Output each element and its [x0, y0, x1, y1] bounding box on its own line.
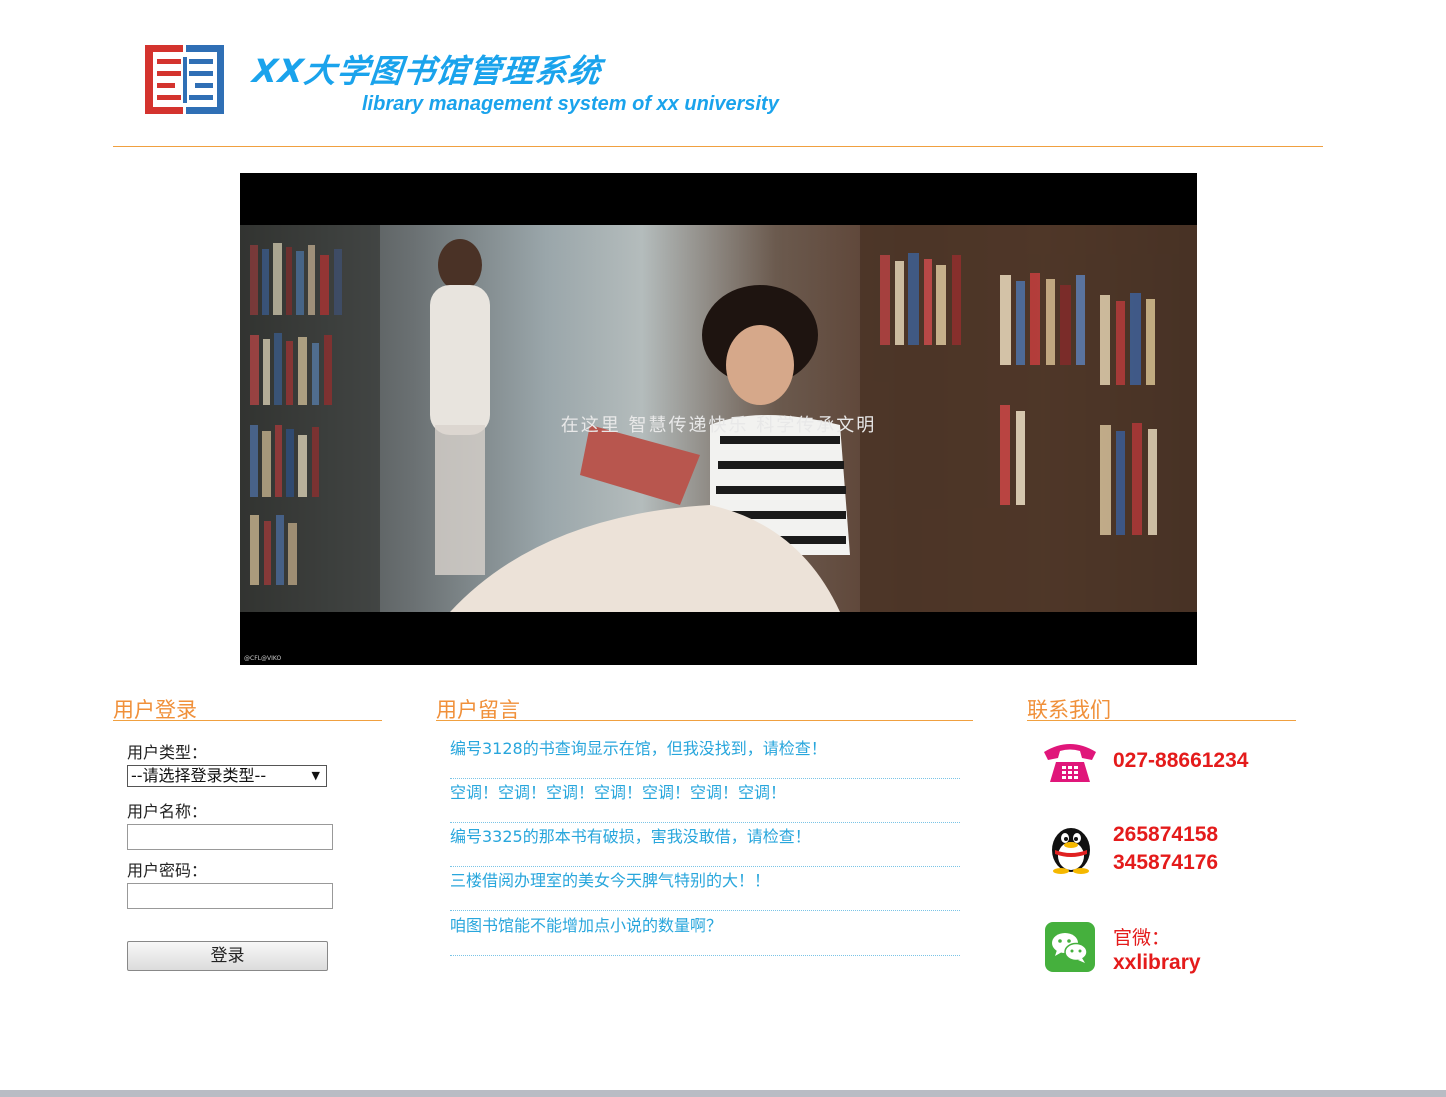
user-name-label: 用户名称：: [127, 802, 208, 821]
message-item[interactable]: 编号3128的书查询显示在馆，但我没找到，请检查！: [450, 735, 960, 779]
footer-bar: [0, 1090, 1446, 1097]
login-section-divider: [113, 720, 382, 721]
site-title-en: library management system of xx universi…: [362, 93, 779, 115]
contact-section-divider: [1027, 720, 1296, 721]
contact-qq-2: 345874176: [1113, 851, 1219, 874]
user-type-select[interactable]: --请选择登录类型-- ▼: [127, 765, 327, 787]
message-item[interactable]: 空调！空调！空调！空调！空调！空调！空调！: [450, 779, 960, 823]
user-name-input[interactable]: [127, 824, 333, 850]
user-type-selected: --请选择登录类型--: [131, 766, 267, 785]
phone-icon: [1044, 744, 1096, 782]
banner-caption: 在这里 智慧传递快乐 科学传承文明: [560, 415, 877, 436]
library-logo-icon: [145, 45, 224, 114]
video-watermark: @CFL@VIKO: [244, 655, 282, 662]
header-divider: [113, 146, 1323, 147]
message-item[interactable]: 咱图书馆能不能增加点小说的数量啊？: [450, 912, 960, 956]
user-password-label: 用户密码：: [127, 861, 208, 880]
user-password-input[interactable]: [127, 883, 333, 909]
message-item[interactable]: 三楼借阅办理室的美女今天脾气特别的大！！: [450, 867, 960, 911]
site-title-cn: XX大学图书馆管理系统: [250, 52, 604, 90]
login-button[interactable]: 登录: [127, 941, 328, 971]
contact-wechat-label: 官微：: [1113, 927, 1171, 949]
qq-penguin-icon: [1052, 828, 1090, 874]
messages-section-divider: [436, 720, 973, 721]
contact-wechat-id: xxlibrary: [1113, 951, 1201, 974]
chevron-down-icon: ▼: [311, 769, 320, 782]
wechat-icon: [1045, 922, 1095, 972]
contact-qq-1: 265874158: [1113, 823, 1219, 846]
user-type-label: 用户类型：: [127, 743, 208, 762]
contact-phone: 027-88661234: [1113, 749, 1249, 772]
banner-video[interactable]: 在这里 智慧传递快乐 科学传承文明 @CFL@VIKO: [240, 173, 1197, 665]
message-item[interactable]: 编号3325的那本书有破损，害我没敢借，请检查！: [450, 823, 960, 867]
